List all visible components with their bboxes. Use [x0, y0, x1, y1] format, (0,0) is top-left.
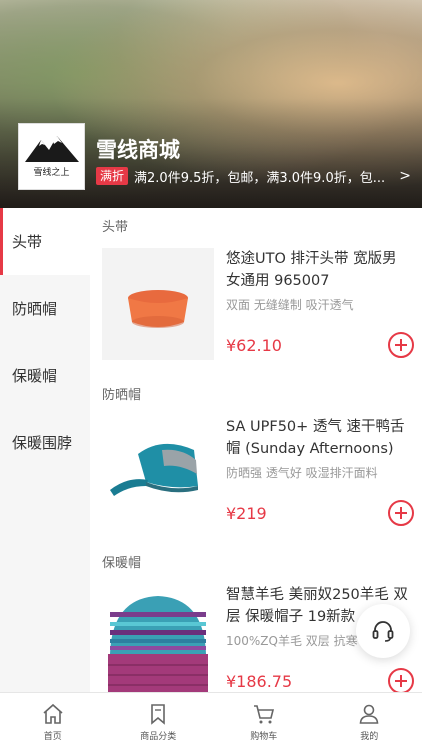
add-to-cart-button[interactable]	[388, 500, 414, 526]
user-icon	[359, 704, 379, 724]
beanie-image[interactable]	[102, 584, 214, 692]
product-name: 悠途UTO 排汗头带 宽版男女通用 965007	[226, 251, 397, 289]
promo-text: 满2.0件9.5折，包邮，满3.0件9.0折，包...	[134, 170, 386, 186]
bookmark-icon	[151, 704, 166, 725]
cap-image[interactable]	[102, 416, 214, 528]
home-icon	[43, 703, 63, 724]
product-card[interactable]: 悠途UTO 排汗头带 宽版男女通用 965007 双面 无缝缝制 吸汗透气 ¥6…	[102, 248, 414, 388]
headband-image[interactable]	[102, 248, 214, 360]
sidebar-item-headband[interactable]: 头带	[0, 208, 90, 275]
promo-badge: 满折	[96, 167, 129, 185]
section-title: 防晒帽	[102, 388, 142, 403]
bottom-tab-bar: 首页 商品分类 购物车 我的	[0, 692, 422, 750]
shop-banner: 雪线之上 雪线商城 满折 满2.0件9.5折，包邮，满3.0件9.0折，包...…	[0, 0, 422, 208]
sidebar-item-label: 防晒帽	[12, 300, 58, 318]
section-title: 头带	[102, 220, 129, 235]
tab-label: 购物车	[250, 732, 278, 742]
tab-categories[interactable]: 商品分类	[106, 693, 212, 750]
product-tags: 双面 无缝缝制 吸汗透气	[226, 298, 354, 312]
tab-cart[interactable]: 购物车	[211, 693, 317, 750]
product-price: ¥62.10	[226, 336, 282, 355]
shop-logo: 雪线之上	[18, 123, 85, 190]
customer-service-button[interactable]	[356, 604, 410, 658]
product-card[interactable]: SA UPF50+ 透气 速干鸭舌帽 (Sunday Afternoons) 防…	[102, 416, 414, 556]
tab-label: 商品分类	[140, 732, 177, 742]
sidebar-item-warm-hat[interactable]: 保暖帽	[0, 342, 90, 409]
mountain-icon	[25, 136, 79, 162]
promo-row[interactable]: 满折 满2.0件9.5折，包邮，满3.0件9.0折，包... >	[96, 166, 411, 186]
category-sidebar: 头带 防晒帽 保暖帽 保暖围脖	[0, 208, 90, 692]
chevron-right-icon: >	[399, 168, 411, 184]
tab-profile[interactable]: 我的	[317, 693, 422, 750]
logo-text: 雪线之上	[33, 168, 70, 178]
sidebar-item-neck-warmer[interactable]: 保暖围脖	[0, 409, 90, 476]
add-to-cart-button[interactable]	[388, 668, 414, 692]
sidebar-item-sun-hat[interactable]: 防晒帽	[0, 275, 90, 342]
headset-icon	[372, 621, 394, 642]
sidebar-item-label: 保暖围脖	[12, 434, 73, 452]
product-tags: 防晒强 透气好 吸湿排汗面料	[226, 466, 378, 480]
add-to-cart-button[interactable]	[388, 332, 414, 358]
tab-label: 我的	[360, 732, 379, 742]
cart-icon	[253, 705, 274, 724]
sidebar-item-label: 头带	[12, 233, 43, 251]
sidebar-item-label: 保暖帽	[12, 367, 58, 385]
product-price: ¥219	[226, 504, 267, 523]
tab-label: 首页	[43, 732, 62, 742]
product-price: ¥186.75	[226, 672, 293, 691]
tab-home[interactable]: 首页	[0, 693, 106, 750]
shop-name: 雪线商城	[96, 138, 180, 162]
product-name: SA UPF50+ 透气 速干鸭舌帽 (Sunday Afternoons)	[226, 419, 405, 457]
section-title: 保暖帽	[102, 556, 142, 571]
